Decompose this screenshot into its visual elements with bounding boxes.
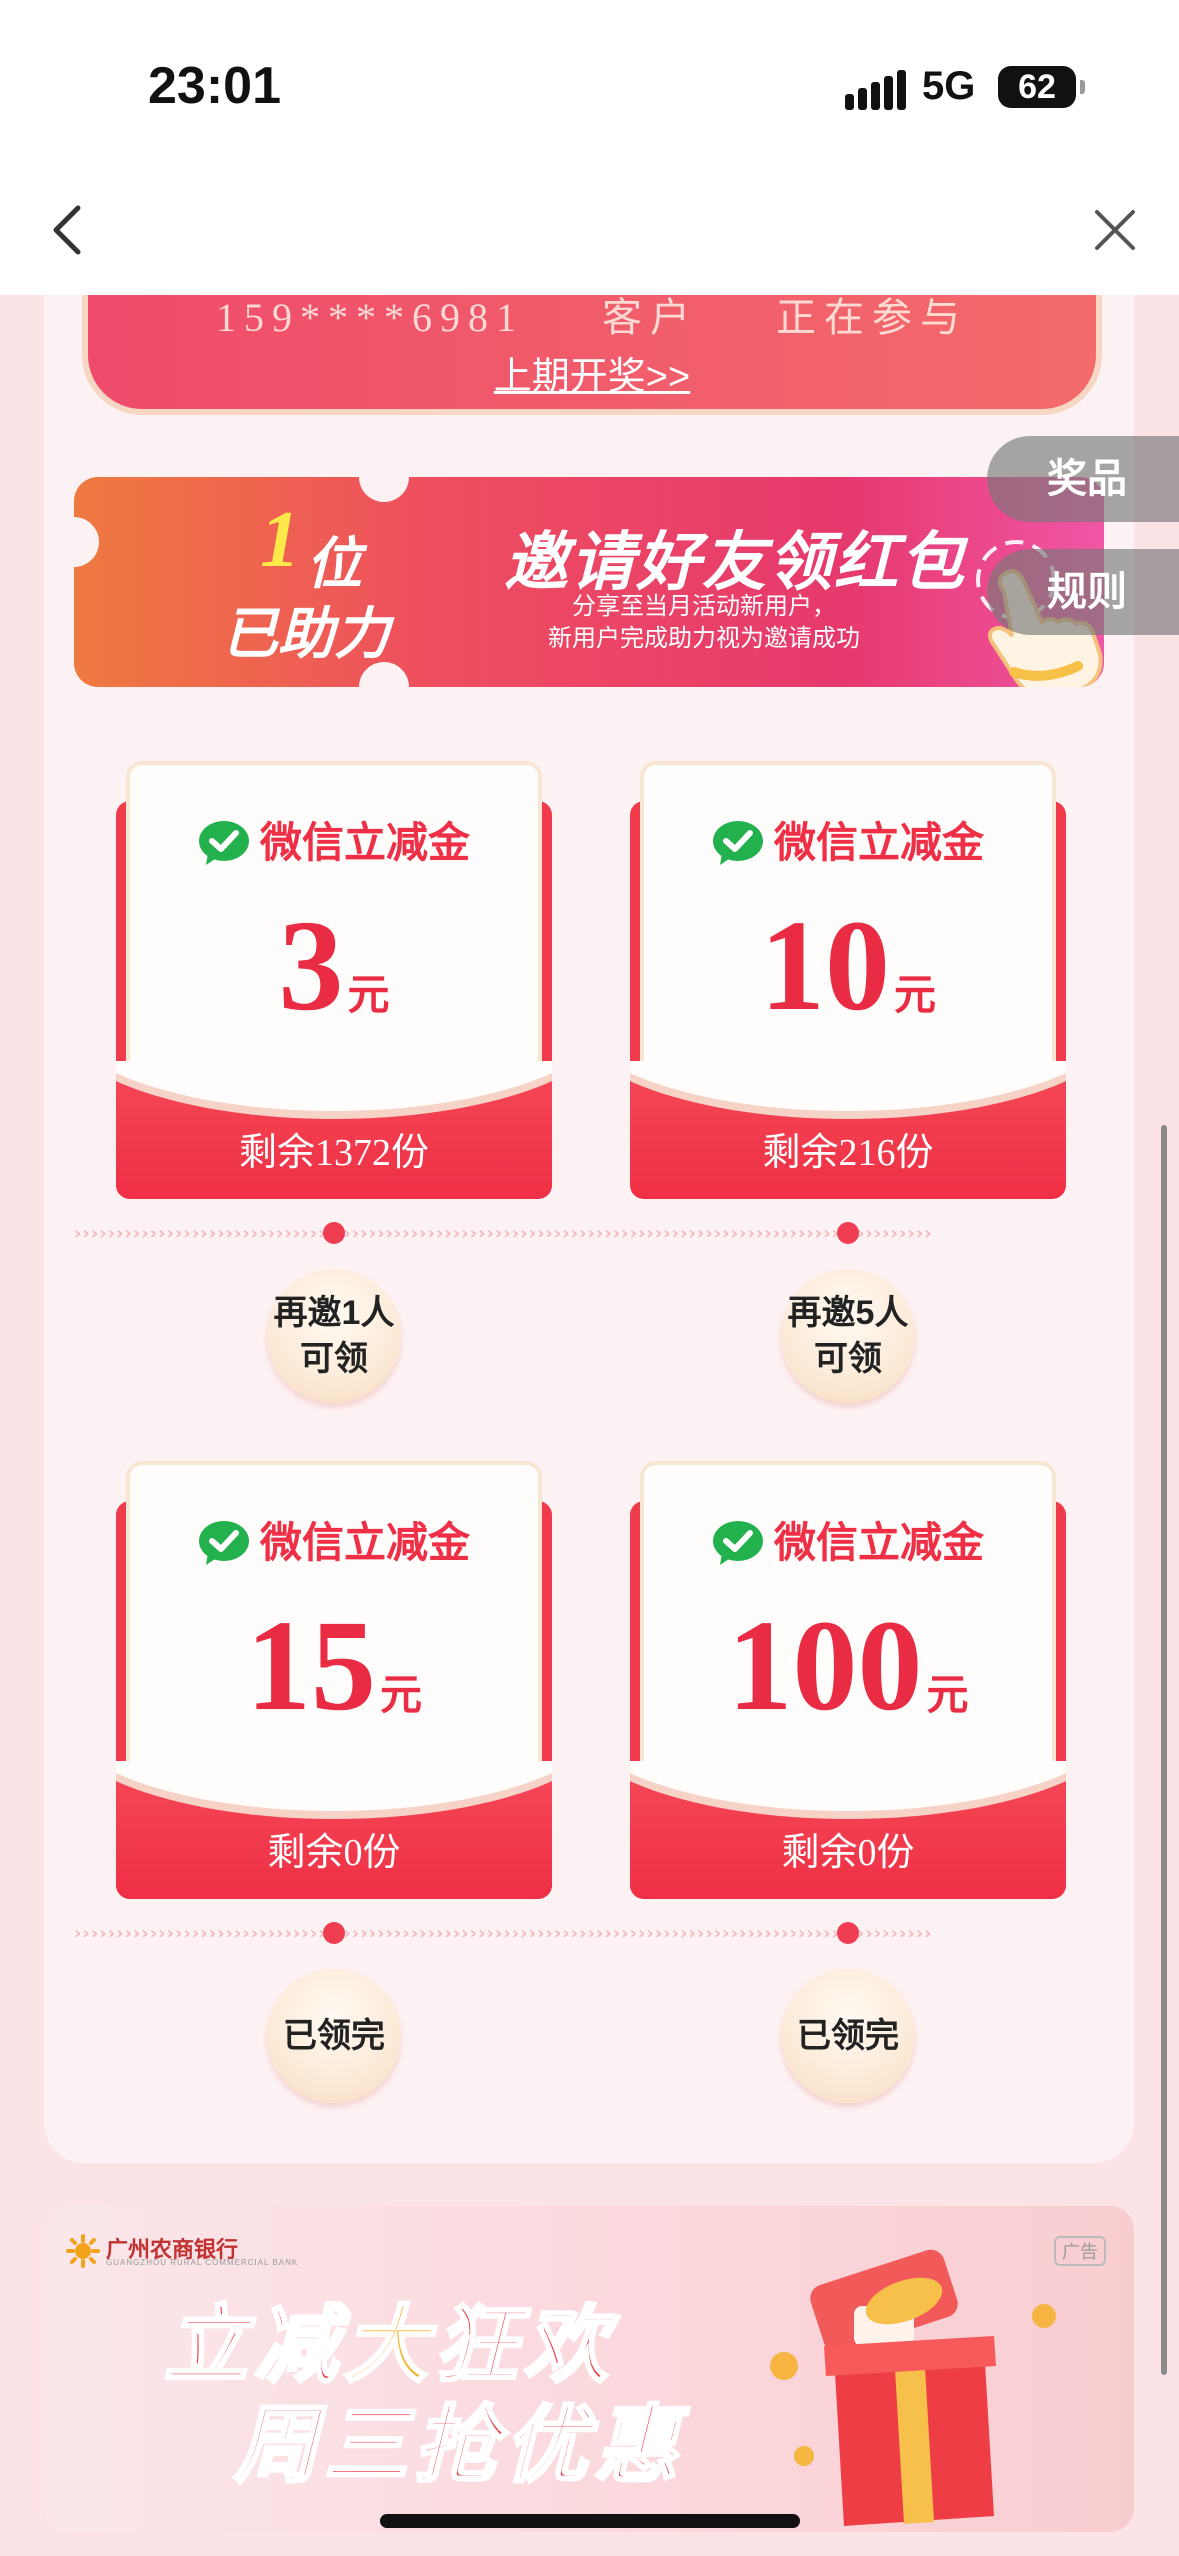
ad-subheadline: 周三抢优惠 — [232, 2397, 685, 2494]
voucher-amount: 10元 — [630, 891, 1066, 1041]
voucher-title-text: 微信立减金 — [773, 1519, 984, 1566]
claim-status-text: 已领完 — [797, 2017, 899, 2055]
gift-box-icon — [770, 2249, 1056, 2526]
back-icon[interactable] — [40, 200, 100, 260]
voucher-title: 微信立减金 — [630, 1509, 1066, 1570]
last-draw-link[interactable]: 上期开奖>> — [88, 345, 1096, 400]
close-icon[interactable] — [1085, 200, 1145, 260]
voucher-card[interactable]: 微信立减金 15元 剩余0份 — [116, 1461, 552, 1899]
voucher-amount-value: 100 — [727, 1594, 923, 1738]
voucher-title: 微信立减金 — [116, 1509, 552, 1570]
nav-bar — [0, 170, 1179, 295]
voucher-card[interactable]: 微信立减金 100元 剩余0份 — [630, 1461, 1066, 1899]
ticket-notch — [359, 477, 409, 502]
voucher-title-text: 微信立减金 — [259, 819, 470, 866]
status-bar: 23:01 5G 62 — [0, 0, 1179, 170]
voucher-amount-value: 15 — [245, 1594, 376, 1738]
voucher-remaining: 剩余0份 — [781, 1832, 915, 1874]
battery-icon: 62 — [998, 66, 1085, 108]
signal-icon — [845, 70, 906, 110]
helper-count-label: 已助力 — [222, 602, 390, 665]
wechat-icon — [198, 1521, 249, 1565]
voucher-card[interactable]: 微信立减金 3元 剩余1372份 — [116, 761, 552, 1199]
claim-status-button[interactable]: 已领完 — [267, 1969, 401, 2103]
invite-subtitle-line: 新用户完成助力视为邀请成功 — [548, 625, 860, 652]
voucher-amount: 100元 — [630, 1591, 1066, 1741]
claim-status-button[interactable]: 已领完 — [781, 1969, 915, 2103]
home-indicator[interactable] — [380, 2514, 800, 2528]
voucher-title: 微信立减金 — [116, 809, 552, 870]
voucher-amount-unit: 元 — [347, 971, 390, 1018]
activity-card: 159****6981 客户 正在参与 上期开奖>> 1 位 已助力 邀请好友领… — [44, 295, 1134, 2163]
progress-node — [323, 1922, 345, 1944]
progress-node — [837, 1222, 859, 1244]
scrollbar[interactable] — [1161, 1125, 1167, 2375]
ad-banner[interactable]: 广州农商银行 GUANGZHOU RURAL COMMERCIAL BANK 广… — [44, 2206, 1134, 2532]
ticket-notch — [74, 517, 99, 567]
wechat-icon — [712, 821, 763, 865]
voucher-remaining: 剩余1372份 — [238, 1132, 429, 1174]
bank-logo-icon — [66, 2234, 100, 2268]
rules-tab[interactable]: 规则 — [987, 549, 1179, 635]
voucher-amount-value: 3 — [278, 894, 344, 1038]
prizes-tab[interactable]: 奖品 — [987, 436, 1179, 522]
voucher-amount-unit: 元 — [926, 1671, 969, 1718]
invite-subtitle-line: 分享至当月活动新用户， — [572, 593, 836, 620]
participant-ticker: 159****6981 客户 正在参与 — [216, 295, 968, 340]
progress-node — [323, 1222, 345, 1244]
voucher-amount-unit: 元 — [379, 1671, 422, 1718]
claim-status-text: 再邀1人 可领 — [273, 1294, 395, 1378]
wechat-icon — [198, 821, 249, 865]
voucher-card[interactable]: 微信立减金 10元 剩余216份 — [630, 761, 1066, 1199]
invite-banner[interactable]: 1 位 已助力 邀请好友领红包 分享至当月活动新用户， 新用户完成助力视为邀请成… — [74, 477, 1104, 687]
network-type: 5G — [922, 64, 976, 108]
voucher-title-text: 微信立减金 — [259, 1519, 470, 1566]
voucher-title: 微信立减金 — [630, 809, 1066, 870]
voucher-amount-value: 10 — [759, 894, 890, 1038]
claim-status-text: 已领完 — [283, 2017, 385, 2055]
invite-subtitle: 分享至当月活动新用户， 新用户完成助力视为邀请成功 — [524, 591, 884, 655]
voucher-remaining: 剩余216份 — [762, 1132, 934, 1174]
helper-count-unit: 位 — [306, 532, 362, 595]
progress-track: ››››››››››››››››››››››››››››››››››››››››… — [74, 1223, 933, 1243]
claim-status-text: 再邀5人 可领 — [787, 1294, 909, 1378]
invite-title: 邀请好友领红包 — [504, 526, 966, 598]
progress-track: ››››››››››››››››››››››››››››››››››››››››… — [74, 1923, 933, 1943]
helper-count: 1 — [260, 496, 300, 584]
claim-status-button[interactable]: 再邀1人 可领 — [267, 1269, 401, 1403]
claim-status-button[interactable]: 再邀5人 可领 — [781, 1269, 915, 1403]
voucher-amount: 3元 — [116, 891, 552, 1041]
bank-name-en: GUANGZHOU RURAL COMMERCIAL BANK — [106, 2258, 299, 2267]
lottery-panel: 159****6981 客户 正在参与 上期开奖>> — [82, 295, 1102, 415]
voucher-title-text: 微信立减金 — [773, 819, 984, 866]
wechat-icon — [712, 1521, 763, 1565]
progress-node — [837, 1922, 859, 1944]
voucher-remaining: 剩余0份 — [267, 1832, 401, 1874]
voucher-amount: 15元 — [116, 1591, 552, 1741]
status-time: 23:01 — [148, 57, 281, 115]
voucher-amount-unit: 元 — [893, 971, 936, 1018]
